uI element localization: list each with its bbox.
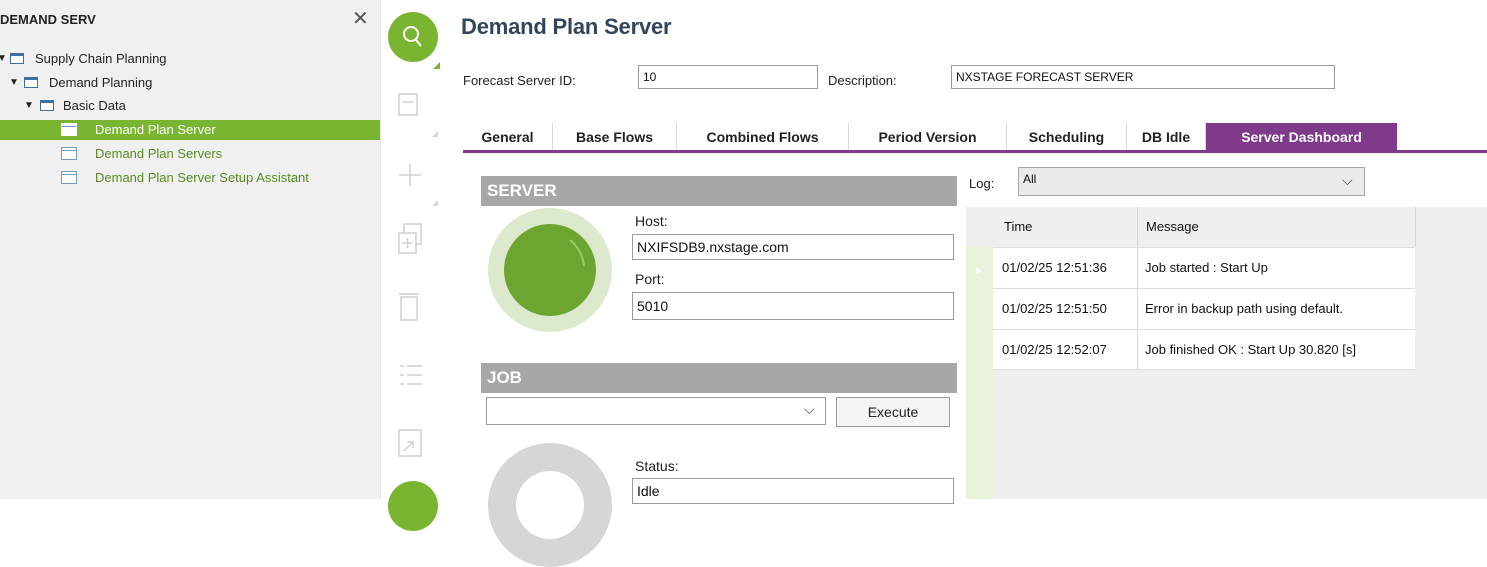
navigator-toggle-button[interactable] [388, 481, 438, 531]
save-menu-indicator [432, 131, 438, 137]
folder-icon [24, 77, 38, 88]
export-icon[interactable] [398, 428, 424, 458]
expand-arrow-icon[interactable]: ▼ [0, 49, 7, 69]
tree-item-demand-planning[interactable]: ▼ Demand Planning [0, 73, 380, 93]
log-row-time: 01/02/25 12:51:36 [1002, 260, 1107, 275]
server-section-header: SERVER [481, 176, 957, 206]
current-row-arrow-icon: ▶ [976, 266, 983, 275]
row-gutter [966, 247, 993, 499]
log-row-message: Job finished OK : Start Up 30.820 [s] [1145, 342, 1357, 357]
status-label: Status: [635, 458, 679, 474]
forecast-server-id-label: Forecast Server ID: [463, 73, 576, 88]
tree-label: Demand Plan Server [95, 122, 216, 137]
status-field: Idle [632, 478, 954, 504]
tree-item-supply-chain-planning[interactable]: ▼ Supply Chain Planning [0, 49, 380, 69]
description-label: Description: [828, 73, 897, 88]
description-field[interactable]: NXSTAGE FORECAST SERVER [951, 65, 1335, 89]
duplicate-icon[interactable] [398, 223, 424, 257]
tree-item-demand-plan-server[interactable]: Demand Plan Server [0, 120, 380, 140]
expand-arrow-icon[interactable]: ▼ [24, 96, 34, 116]
search-menu-indicator [433, 62, 440, 69]
expand-arrow-icon[interactable]: ▼ [9, 73, 19, 93]
column-header-message[interactable]: Message [1146, 207, 1199, 247]
list-icon[interactable] [398, 362, 424, 388]
tree-label: Supply Chain Planning [35, 51, 167, 66]
navigator-title: DEMAND SERV [0, 12, 96, 27]
folder-icon [10, 53, 24, 64]
tab-server-dashboard[interactable]: Server Dashboard [1206, 123, 1397, 151]
tab-combined-flows[interactable]: Combined Flows [677, 123, 849, 151]
tree-item-setup-assistant[interactable]: Demand Plan Server Setup Assistant [0, 168, 380, 188]
delete-icon[interactable] [398, 292, 420, 322]
column-header-time[interactable]: Time [1004, 207, 1032, 247]
log-row-message: Job started : Start Up [1145, 260, 1268, 275]
tree-label: Demand Planning [49, 75, 153, 90]
tree-label: Basic Data [63, 98, 126, 113]
execute-button[interactable]: Execute [836, 397, 950, 427]
server-status-indicator [504, 224, 596, 316]
search-icon [403, 26, 422, 47]
add-icon[interactable] [398, 163, 422, 187]
save-icon[interactable] [398, 93, 420, 117]
column-divider [1137, 247, 1138, 370]
host-field[interactable]: NXIFSDB9.nxstage.com [632, 234, 954, 260]
close-icon[interactable]: ✕ [352, 6, 369, 31]
tree-label: Demand Plan Servers [95, 146, 223, 161]
port-field[interactable]: 5010 [632, 292, 954, 320]
folder-icon [40, 100, 54, 111]
tree-item-demand-plan-servers[interactable]: Demand Plan Servers [0, 144, 380, 164]
log-grid-header [993, 207, 1487, 247]
log-row-message: Error in backup path using default. [1145, 301, 1344, 316]
server-status-highlight [569, 239, 585, 267]
assistant-page-icon [61, 171, 77, 184]
tab-scheduling[interactable]: Scheduling [1007, 123, 1127, 151]
tab-db-idle[interactable]: DB Idle [1127, 123, 1206, 151]
tab-general[interactable]: General [463, 123, 553, 151]
tree-item-basic-data[interactable]: ▼ Basic Data [0, 96, 380, 116]
job-status-ring-inner [516, 471, 584, 539]
log-label: Log: [969, 176, 995, 191]
form-page-icon [61, 123, 77, 136]
job-section-header: JOB [481, 363, 957, 393]
tree-label: Demand Plan Server Setup Assistant [95, 170, 309, 185]
add-menu-indicator [432, 200, 438, 206]
tab-base-flows[interactable]: Base Flows [553, 123, 677, 151]
search-button[interactable] [388, 12, 438, 62]
tab-underline [463, 150, 1487, 153]
tab-period-version[interactable]: Period Version [849, 123, 1007, 151]
log-row-time: 01/02/25 12:51:50 [1002, 301, 1107, 316]
log-filter-select[interactable]: All [1018, 167, 1365, 196]
chevron-down-icon: ⌵ [1342, 172, 1353, 188]
chevron-down-icon: ⌵ [804, 401, 815, 417]
list-page-icon [61, 147, 77, 160]
column-divider [1415, 207, 1416, 247]
page-title: Demand Plan Server [461, 14, 672, 39]
job-select[interactable] [486, 397, 826, 425]
forecast-server-id-field[interactable]: 10 [638, 65, 818, 89]
host-label: Host: [635, 213, 668, 229]
log-row-time: 01/02/25 12:52:07 [1002, 342, 1107, 357]
port-label: Port: [635, 271, 665, 287]
